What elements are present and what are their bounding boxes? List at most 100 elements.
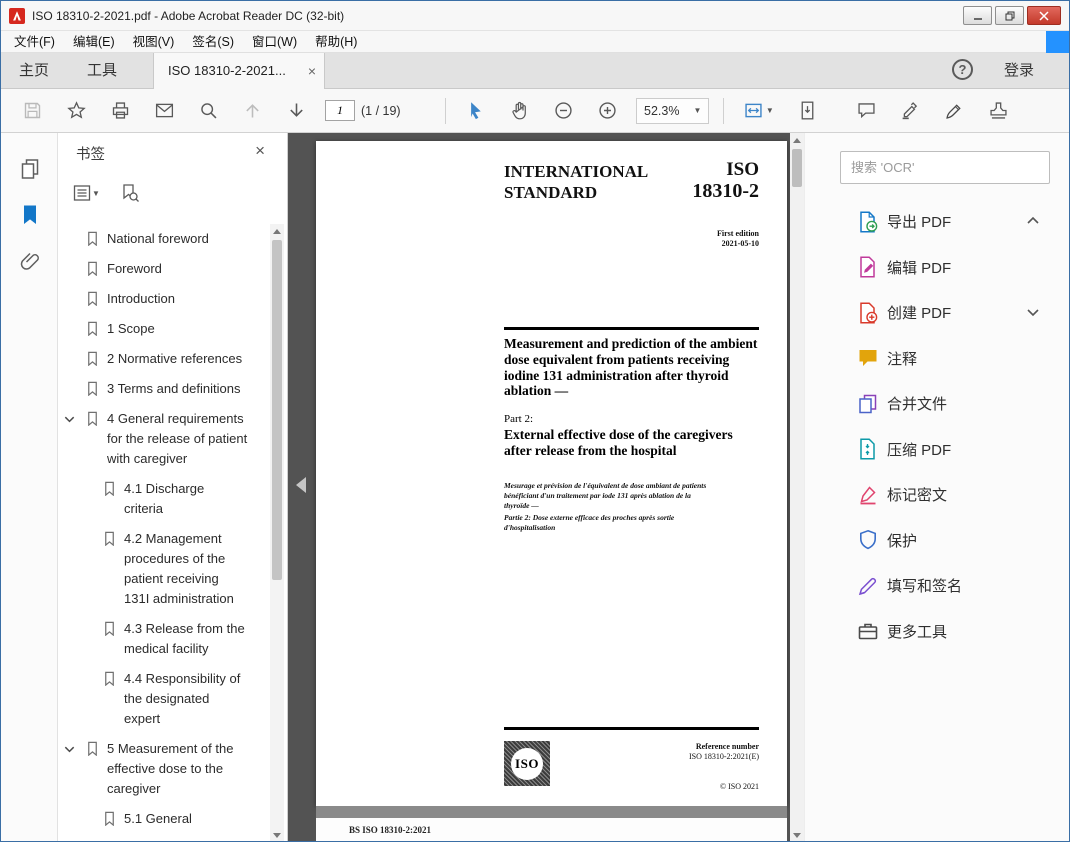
search-bookmarks-icon[interactable] xyxy=(120,183,140,203)
page-header-right: ISO 18310-2 xyxy=(692,159,759,202)
menu-item[interactable]: 编辑(E) xyxy=(64,31,124,53)
print-icon[interactable] xyxy=(105,96,135,126)
tab-home[interactable]: 主页 xyxy=(19,53,49,89)
bookmarks-toolbar: ▼ xyxy=(58,173,287,219)
bookmark-item[interactable]: 4 General requirements for the release o… xyxy=(58,404,269,474)
tool-item-combine-files[interactable]: 合并文件 xyxy=(805,381,1069,427)
search-icon[interactable] xyxy=(193,96,223,126)
tool-item-edit-pdf[interactable]: 编辑 PDF xyxy=(805,245,1069,291)
page-number-input[interactable] xyxy=(325,100,355,121)
bookmark-item[interactable]: Foreword xyxy=(58,254,269,284)
chevron-down-icon: ▼ xyxy=(765,106,774,115)
sign-in-button[interactable]: 登录 xyxy=(1004,53,1034,89)
close-tab-icon[interactable]: × xyxy=(308,53,316,89)
fit-width-icon[interactable]: ▼ xyxy=(738,96,778,126)
bookmark-icon xyxy=(85,261,100,282)
stamp-icon[interactable] xyxy=(983,96,1013,126)
tools-search-input[interactable] xyxy=(840,151,1050,184)
scroll-up-icon[interactable] xyxy=(273,229,281,234)
combine-files-icon xyxy=(857,393,879,415)
page-scrolling-icon[interactable] xyxy=(792,96,822,126)
chevron-down-icon: ▼ xyxy=(693,106,702,115)
help-icon[interactable]: ? xyxy=(952,59,973,80)
tab-document[interactable]: ISO 18310-2-2021... × xyxy=(153,53,325,90)
tool-item-export-pdf[interactable]: 导出 PDF xyxy=(805,199,1069,245)
bookmark-item[interactable]: Introduction xyxy=(58,284,269,314)
bookmark-icon xyxy=(85,381,100,402)
select-tool-icon[interactable] xyxy=(460,96,490,126)
sign-pen-icon[interactable] xyxy=(939,96,969,126)
bookmark-item[interactable]: 4.3 Release from the medical facility xyxy=(58,614,269,664)
save-icon[interactable] xyxy=(17,96,47,126)
document-subtitle-fr: Partie 2: Dose externe efficace des proc… xyxy=(504,513,675,532)
bookmark-item[interactable]: National foreword xyxy=(58,224,269,254)
chevron-down-icon[interactable] xyxy=(63,742,76,762)
page-gap xyxy=(316,806,787,818)
bookmarks-scrollbar[interactable] xyxy=(270,224,284,841)
menu-item[interactable]: 文件(F) xyxy=(5,31,64,53)
bookmark-item[interactable]: 4.1 Discharge criteria xyxy=(58,474,269,524)
menu-item[interactable]: 帮助(H) xyxy=(306,31,366,53)
zoom-out-icon[interactable] xyxy=(548,96,578,126)
acrobat-window: ISO 18310-2-2021.pdf - Adobe Acrobat Rea… xyxy=(0,0,1070,842)
window-title: ISO 18310-2-2021.pdf - Adobe Acrobat Rea… xyxy=(32,9,345,23)
tool-item-fill-sign[interactable]: 填写和签名 xyxy=(805,563,1069,609)
bookmark-item[interactable]: 5.1 General xyxy=(58,804,269,834)
bookmark-label: 4 General requirements for the release o… xyxy=(107,411,248,466)
scroll-down-icon[interactable] xyxy=(793,833,801,838)
bookmarks-icon[interactable] xyxy=(18,203,42,227)
tool-item-protect[interactable]: 保护 xyxy=(805,518,1069,564)
bookmark-item[interactable]: 4.4 Responsibility of the designated exp… xyxy=(58,664,269,734)
bookmark-item[interactable]: 3 Terms and definitions xyxy=(58,374,269,404)
menu-item[interactable]: 视图(V) xyxy=(124,31,184,53)
menu-item[interactable]: 窗口(W) xyxy=(243,31,306,53)
export-pdf-icon xyxy=(857,211,879,233)
bookmark-icon xyxy=(102,811,117,832)
zoom-level-dropdown[interactable]: 52.3% ▼ xyxy=(636,97,710,124)
star-icon[interactable] xyxy=(61,96,91,126)
highlighter-icon[interactable] xyxy=(895,96,925,126)
tool-label: 导出 PDF xyxy=(887,214,952,232)
tools-panel: 导出 PDF 编辑 PDF 创建 PDF 注释合并文件压缩 PDF 标记密文保护填写和签… xyxy=(804,133,1069,841)
divider-rule xyxy=(504,727,759,730)
tool-item-create-pdf[interactable]: 创建 PDF xyxy=(805,290,1069,336)
bookmark-item[interactable]: 1 Scope xyxy=(58,314,269,344)
close-panel-icon[interactable]: × xyxy=(255,141,265,161)
chevron-up-icon[interactable] xyxy=(1025,213,1041,234)
page-thumbnails-icon[interactable] xyxy=(18,157,42,181)
hand-tool-icon[interactable] xyxy=(504,96,534,126)
next-page-icon[interactable] xyxy=(281,96,311,126)
menu-item[interactable]: 签名(S) xyxy=(183,31,243,53)
close-button[interactable] xyxy=(1027,6,1061,25)
tool-item-comment[interactable]: 注释 xyxy=(805,336,1069,382)
acrobat-logo-icon xyxy=(9,8,25,24)
bookmarks-scrollbar-thumb[interactable] xyxy=(272,240,282,580)
zoom-in-icon[interactable] xyxy=(592,96,622,126)
bookmark-item[interactable]: 5.2 Specifications of xyxy=(58,834,269,841)
document-area: INTERNATIONAL STANDARD ISO 18310-2 First… xyxy=(288,133,804,841)
bookmark-item[interactable]: 2 Normative references xyxy=(58,344,269,374)
previous-page-icon[interactable] xyxy=(237,96,267,126)
tab-tools[interactable]: 工具 xyxy=(87,53,117,89)
tool-item-more-tools[interactable]: 更多工具 xyxy=(805,609,1069,655)
collapse-left-panel-arrow[interactable] xyxy=(296,477,306,493)
bookmark-icon xyxy=(102,671,117,692)
document-scrollbar-thumb[interactable] xyxy=(792,149,802,187)
bookmark-options-icon[interactable]: ▼ xyxy=(72,183,100,203)
chevron-down-icon[interactable] xyxy=(1025,304,1041,325)
tool-item-redact[interactable]: 标记密文 xyxy=(805,472,1069,518)
bookmark-item[interactable]: 4.2 Management procedures of the patient… xyxy=(58,524,269,614)
bookmark-item[interactable]: 5 Measurement of the effective dose to t… xyxy=(58,734,269,804)
scroll-down-icon[interactable] xyxy=(273,833,281,838)
document-title-fr: Mesurage et prévision de l'équivalent de… xyxy=(504,481,707,510)
scroll-up-icon[interactable] xyxy=(793,138,801,143)
tool-label: 填写和签名 xyxy=(887,578,963,596)
minimize-button[interactable] xyxy=(963,6,992,25)
tool-item-compress-pdf[interactable]: 压缩 PDF xyxy=(805,427,1069,473)
chevron-down-icon[interactable] xyxy=(63,412,76,432)
document-scrollbar[interactable] xyxy=(790,133,804,841)
email-icon[interactable] xyxy=(149,96,179,126)
comment-tool-icon[interactable] xyxy=(851,96,881,126)
restore-button[interactable] xyxy=(995,6,1024,25)
attachments-icon[interactable] xyxy=(18,250,42,274)
